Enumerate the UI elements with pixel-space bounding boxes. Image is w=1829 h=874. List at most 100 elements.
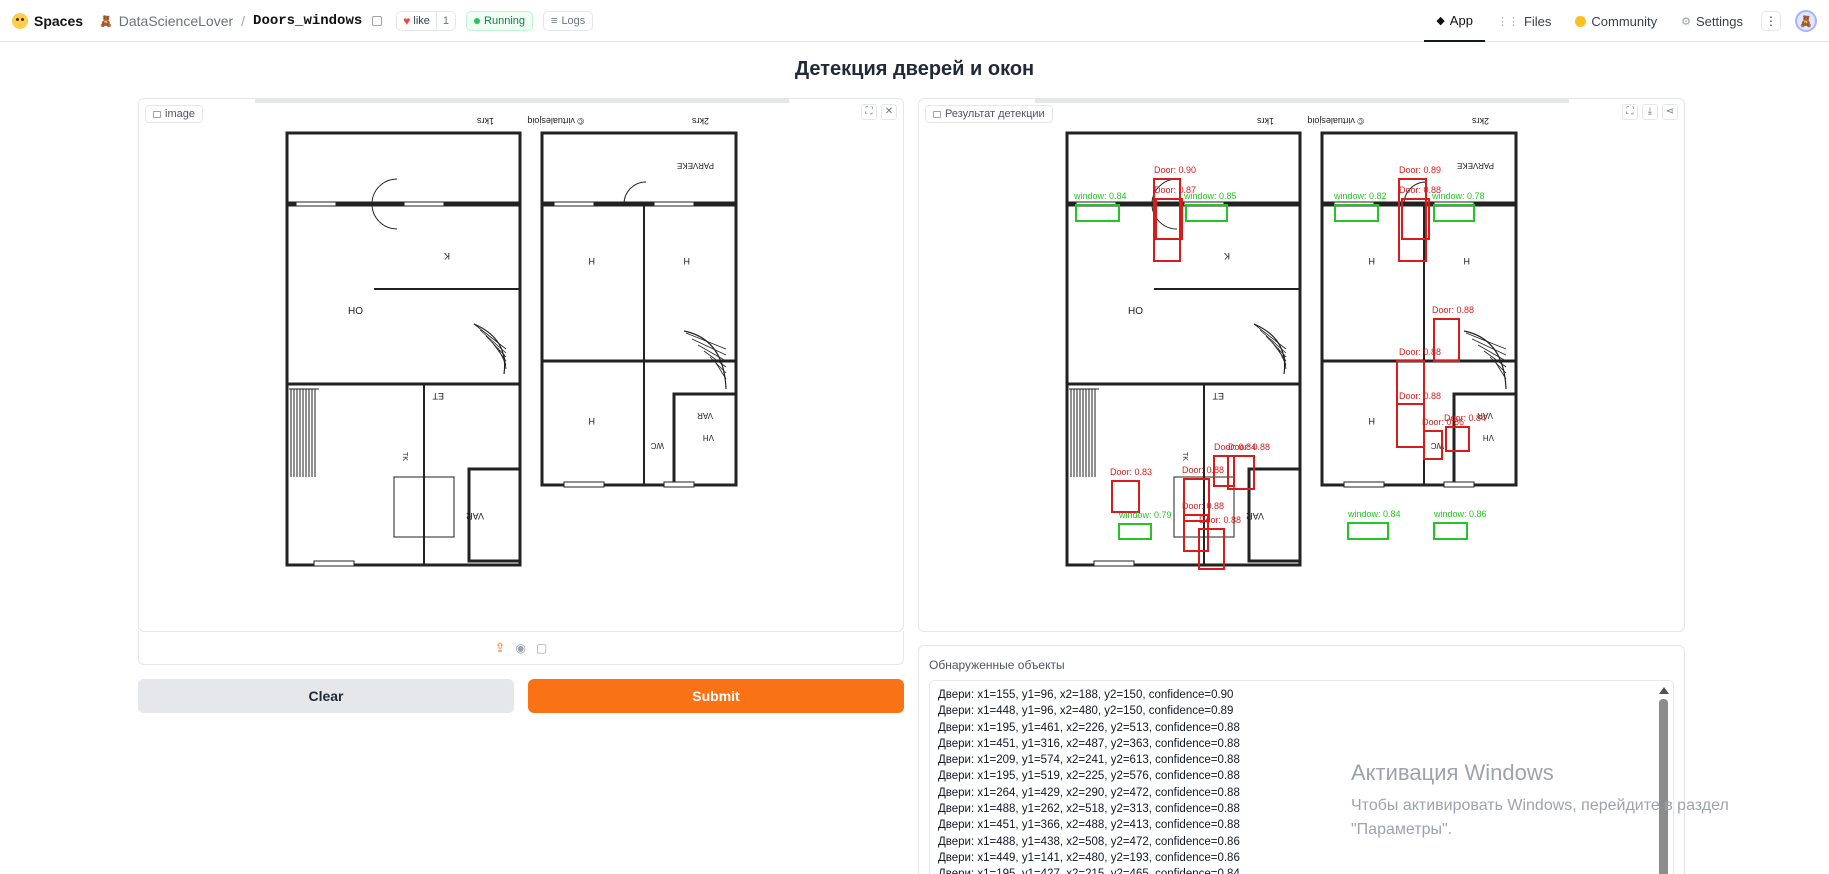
submit-button[interactable]: Submit — [528, 679, 904, 713]
door-detection-label: Door: 0.88 — [1228, 442, 1270, 452]
tab-settings[interactable]: ⚙ Settings — [1669, 0, 1755, 42]
plan-door-swing — [371, 178, 398, 205]
upload-icon[interactable]: ⇪ — [495, 640, 506, 656]
door-detection-box — [1445, 426, 1470, 452]
window-detection-box — [1433, 522, 1468, 540]
input-image-panel[interactable]: image ⛶ ✕ HO ET K VAR TK 1krs H H H VAR VH WC PARVEK… — [138, 98, 904, 632]
plan-caption: 1krs — [476, 116, 494, 126]
owner-link[interactable]: DataScienceLover — [119, 13, 233, 29]
fullscreen-icon[interactable]: ⛶ — [861, 104, 877, 120]
door-detection-label: Door: 0.88 — [1182, 501, 1224, 511]
room-label-tk: TK — [1181, 452, 1188, 461]
results-line: Двери: x1=448, y1=96, x2=480, y2=150, co… — [938, 705, 1234, 718]
plan-window — [295, 201, 337, 207]
input-image-label: image — [145, 105, 203, 123]
user-avatar[interactable]: 🧸 — [1795, 10, 1817, 32]
close-icon[interactable]: ✕ — [881, 104, 897, 120]
plan-stair — [685, 332, 727, 350]
room-label-ho: HO — [1128, 306, 1143, 317]
results-lines: Двери: x1=155, y1=96, x2=188, y2=150, co… — [938, 687, 1240, 874]
room-label-h2: H — [1464, 256, 1471, 266]
tab-settings-label: Settings — [1696, 13, 1743, 29]
like-count: 1 — [435, 12, 455, 30]
output-image-tools: ⛶ ⤓ ⋖ — [1622, 104, 1678, 120]
plan-wall — [285, 131, 522, 567]
image-icon — [153, 110, 161, 118]
repo-name[interactable]: Doors_windows — [253, 13, 362, 29]
webcam-icon[interactable]: ◉ — [516, 641, 526, 655]
window-detection-box — [1118, 523, 1152, 540]
download-icon[interactable]: ⤓ — [1642, 104, 1658, 120]
upload-toolbar: ⇪ ◉ ▢ — [138, 631, 904, 665]
plan-stair — [473, 323, 507, 350]
logs-button[interactable]: ≡ Logs — [543, 11, 594, 31]
plan-window — [313, 560, 355, 567]
logs-label: Logs — [561, 15, 586, 27]
top-bar-left: Spaces 🧸 DataScienceLover / Doors_window… — [12, 0, 594, 42]
window-detection-label: window: 0.85 — [1183, 191, 1237, 201]
plan-window — [1093, 560, 1135, 567]
room-label-parveke: PARVEKE — [1457, 161, 1494, 170]
room-label-et: ET — [432, 391, 444, 401]
results-line: Двери: x1=155, y1=96, x2=188, y2=150, co… — [938, 689, 1234, 701]
heart-icon: ♥ — [403, 14, 411, 28]
window-detection-label: window: 0.79 — [1118, 510, 1172, 520]
tab-community[interactable]: Community — [1563, 0, 1669, 42]
plan-stair — [473, 323, 506, 375]
plan-window — [1443, 481, 1475, 488]
door-detection-label: Door: 0.90 — [1154, 165, 1196, 175]
fullscreen-icon[interactable]: ⛶ — [1622, 104, 1638, 120]
plan-watermark: © virtualesjoiq — [1307, 116, 1364, 126]
clear-button[interactable]: Clear — [138, 679, 514, 713]
results-line: Двери: x1=264, y1=429, x2=290, y2=472, c… — [938, 786, 1240, 799]
tab-files[interactable]: ⋮⋮ Files — [1485, 0, 1563, 42]
plan-stair — [1259, 329, 1287, 354]
clipboard-icon[interactable]: ▢ — [536, 641, 547, 655]
door-detection-label: Door: 0.83 — [1110, 467, 1152, 477]
room-label-var: VAR — [697, 411, 713, 420]
room-label-h3: H — [1369, 416, 1376, 426]
results-line: Двери: x1=195, y1=427, x2=215, y2=465, c… — [938, 866, 1240, 874]
room-label-k: K — [1224, 251, 1230, 261]
status-label: Running — [484, 15, 526, 27]
room-label-tk: TK — [401, 452, 408, 461]
files-icon: ⋮⋮ — [1496, 15, 1519, 28]
window-detection-box — [1433, 204, 1475, 222]
results-textbox[interactable]: Двери: x1=155, y1=96, x2=188, y2=150, co… — [929, 680, 1674, 874]
spaces-link[interactable]: Spaces — [34, 13, 83, 29]
status-dot-icon — [474, 18, 481, 24]
plan-caption: 2krs — [691, 116, 709, 126]
door-detection-label: Door: 0.88 — [1399, 391, 1441, 401]
results-line: Двери: x1=195, y1=461, x2=226, y2=513, c… — [938, 721, 1240, 734]
app-icon: ◆ — [1436, 14, 1445, 27]
plan-window — [663, 481, 695, 488]
plan-caption: 1krs — [1256, 116, 1274, 126]
door-detection-label: Door: 0.88 — [1432, 305, 1474, 315]
more-options-button[interactable]: ⋮ — [1761, 11, 1781, 31]
window-detection-label: window: 0.82 — [1333, 191, 1387, 201]
page-title: Детекция дверей и окон — [794, 58, 1035, 80]
like-button[interactable]: ♥ like 1 — [396, 11, 457, 31]
results-line: Двери: x1=449, y1=141, x2=480, y2=193, c… — [938, 851, 1240, 864]
logs-icon: ≡ — [551, 15, 558, 27]
window-detection-box — [1347, 522, 1389, 540]
output-image-label: Результат детекции — [925, 105, 1053, 123]
scroll-up-arrow-icon[interactable] — [1658, 687, 1669, 694]
results-scrollbar[interactable] — [1658, 685, 1669, 874]
results-panel: Обнаруженные объекты Двери: x1=155, y1=9… — [918, 645, 1685, 874]
huggingface-logo-icon[interactable] — [12, 13, 28, 29]
room-label-h2: H — [684, 256, 691, 266]
tab-app[interactable]: ◆ App — [1424, 0, 1485, 42]
share-icon[interactable]: ⋖ — [1662, 104, 1678, 120]
room-label-vh: VH — [1483, 433, 1494, 442]
like-label: like — [413, 15, 430, 27]
floor-plan-drawing: HO ET K VAR TK 1krs H H H VAR VH WC PARVEKE 2krs © vir… — [285, 116, 738, 567]
room-label-h1: H — [589, 256, 596, 266]
copy-icon[interactable] — [372, 16, 383, 26]
room-label-var: VAR — [1246, 511, 1264, 521]
room-label-parveke: PARVEKE — [677, 161, 714, 170]
plan-door-swing — [371, 203, 398, 230]
results-line: Двери: x1=451, y1=316, x2=487, y2=363, c… — [938, 737, 1240, 750]
scroll-thumb[interactable] — [1659, 699, 1668, 874]
top-bar: Spaces 🧸 DataScienceLover / Doors_window… — [0, 0, 1829, 42]
